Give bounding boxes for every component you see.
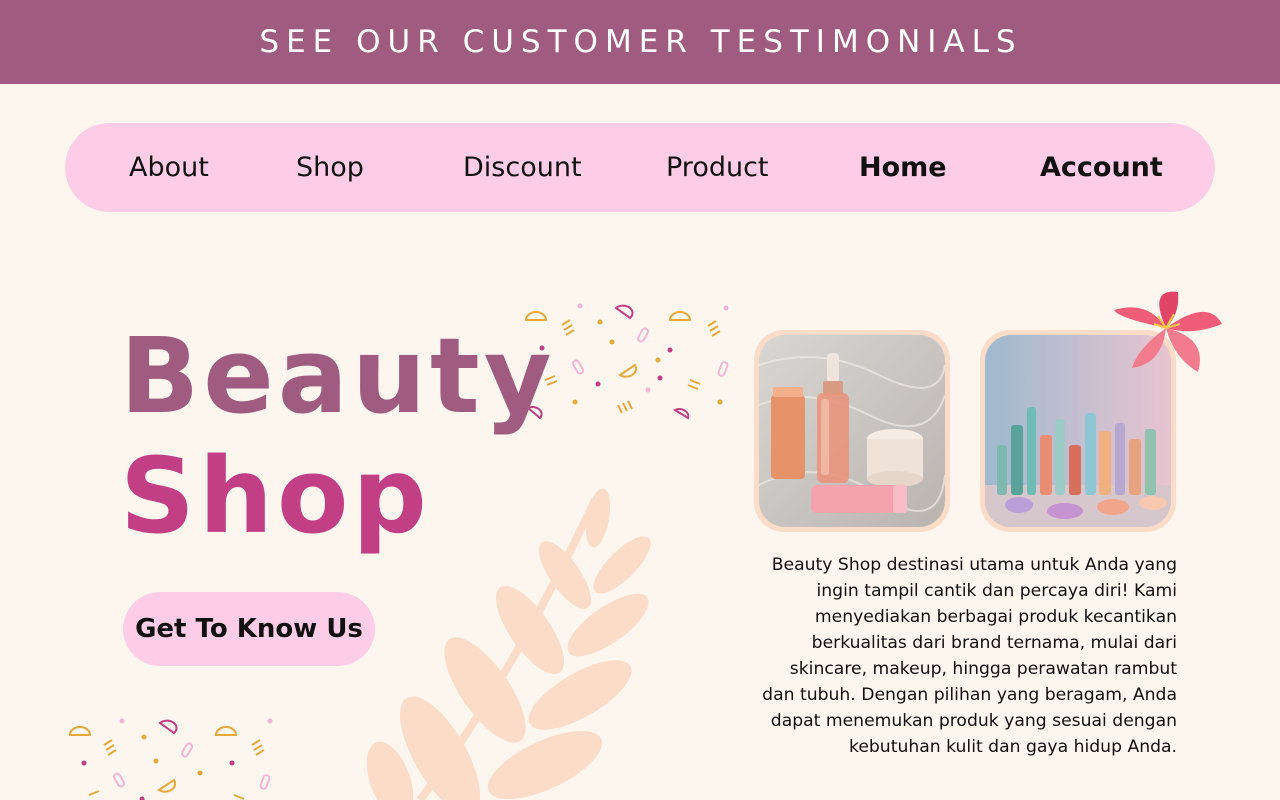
nav-home[interactable]: Home [859, 123, 947, 212]
hero-title-line2: Shop [120, 435, 431, 557]
nav-about[interactable]: About [129, 123, 209, 212]
shop-description: Beauty Shop destinasi utama untuk Anda y… [762, 555, 1177, 757]
product-photo-skincare [754, 330, 950, 532]
testimonials-banner[interactable]: SEE OUR CUSTOMER TESTIMONIALS [0, 0, 1280, 84]
nav-discount[interactable]: Discount [463, 123, 582, 212]
banner-title[interactable]: SEE OUR CUSTOMER TESTIMONIALS [259, 24, 1022, 60]
main-nav: About Shop Discount Product Home Account [65, 123, 1215, 212]
nav-product[interactable]: Product [666, 123, 769, 212]
nav-account[interactable]: Account [1040, 123, 1163, 212]
skincare-bottles-image [759, 335, 945, 527]
confetti-decoration-bottom [68, 718, 273, 800]
hero-title-line1: Beauty [120, 315, 556, 437]
nav-shop[interactable]: Shop [296, 123, 364, 212]
get-to-know-us-button[interactable]: Get To Know Us [123, 592, 375, 666]
lily-flower-icon [1114, 291, 1222, 372]
